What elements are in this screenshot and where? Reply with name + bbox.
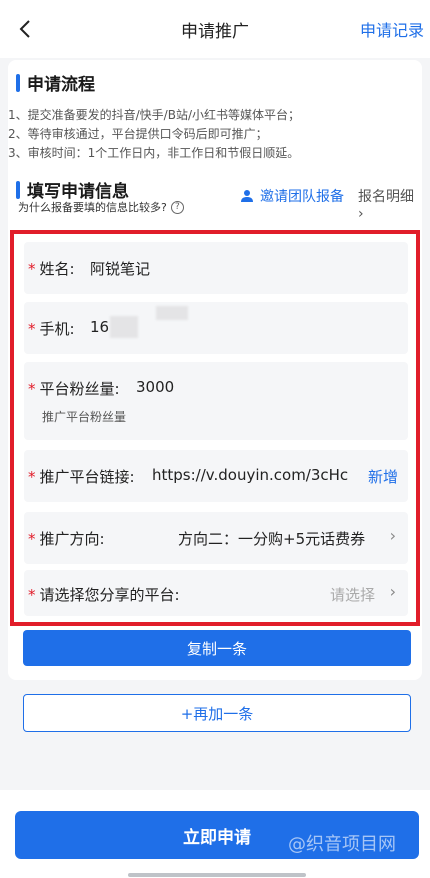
- platform-label: * 请选择您分享的平台:: [28, 586, 180, 604]
- direction-label: * 推广方向:: [28, 530, 105, 548]
- footer-bar: 立即申请 @织音项目网: [0, 790, 430, 878]
- back-button[interactable]: [10, 14, 40, 44]
- phone-value: 16: [90, 318, 110, 336]
- link-value: https://v.douyin.com/3cHc: [152, 466, 349, 484]
- phone-field[interactable]: * 手机: 16: [24, 302, 408, 354]
- fans-hint: 推广平台粉丝量: [42, 410, 127, 424]
- process-title: 申请流程: [27, 75, 95, 95]
- signup-detail-link[interactable]: 报名明细 ›: [358, 186, 422, 222]
- process-step-1: 1、提交准备要发的抖音/快手/B站/小红书等媒体平台；: [8, 108, 300, 122]
- section-accent-bar: [16, 180, 20, 199]
- add-entry-button[interactable]: +再加一条: [23, 694, 411, 732]
- fans-field[interactable]: * 平台粉丝量: 3000 推广平台粉丝量: [24, 362, 408, 440]
- process-steps: 1、提交准备要发的抖音/快手/B站/小红书等媒体平台； 2、等待审核通过，平台提…: [8, 106, 300, 163]
- copy-entry-button[interactable]: 复制一条: [23, 630, 411, 666]
- redaction-block: [110, 316, 138, 338]
- process-section-header: 申请流程: [16, 70, 95, 95]
- home-indicator: [128, 873, 306, 877]
- process-step-2: 2、等待审核通过，平台提供口令码后即可推广；: [8, 127, 268, 141]
- chevron-left-icon: [19, 20, 30, 38]
- add-link-button[interactable]: 新增: [364, 466, 399, 487]
- apply-records-link[interactable]: 申请记录: [360, 17, 424, 41]
- process-step-3: 3、审核时间：1个工作日内，非工作日和节假日顺延。: [8, 146, 300, 160]
- direction-field[interactable]: * 推广方向: 方向二：一分购+5元话费券 ›: [24, 512, 408, 564]
- section-accent-bar: [16, 73, 20, 92]
- signup-detail-label: 报名明细: [358, 189, 414, 205]
- info-hint[interactable]: 为什么报备要填的信息比较多? ?: [18, 199, 184, 215]
- chevron-right-icon: ›: [389, 582, 396, 601]
- invite-team-label: 邀请团队报备: [260, 189, 344, 205]
- chevron-right-icon: ›: [389, 526, 396, 545]
- name-label: * 姓名:: [28, 260, 75, 278]
- name-value: 阿锐笔记: [90, 260, 151, 278]
- platform-placeholder: 请选择: [330, 586, 376, 604]
- invite-team-button[interactable]: 邀请团队报备: [240, 186, 344, 206]
- direction-value: 方向二：一分购+5元话费券: [178, 530, 366, 548]
- fans-label: * 平台粉丝量:: [28, 380, 120, 398]
- fans-value: 3000: [136, 378, 175, 396]
- chevron-right-icon: ›: [358, 206, 364, 222]
- question-circle-icon[interactable]: ?: [170, 200, 184, 214]
- page-title: 申请推广: [181, 21, 249, 42]
- apply-card: 申请流程 1、提交准备要发的抖音/快手/B站/小红书等媒体平台； 2、等待审核通…: [8, 60, 422, 680]
- link-label: * 推广平台链接:: [28, 468, 135, 486]
- application-form: * 姓名: 阿锐笔记 * 手机: 16 * 平台粉丝量: 3000 推广平台粉丝量 *…: [10, 230, 420, 626]
- link-field[interactable]: * 推广平台链接: https://v.douyin.com/3cHc 新增: [24, 450, 408, 502]
- phone-label: * 手机:: [28, 320, 75, 338]
- top-nav-bar: 申请推广 申请记录: [0, 0, 430, 58]
- info-hint-text: 为什么报备要填的信息比较多?: [18, 201, 167, 214]
- redaction-block: [156, 306, 188, 320]
- user-icon: [241, 190, 253, 202]
- platform-field[interactable]: * 请选择您分享的平台: 请选择 ›: [24, 570, 408, 616]
- watermark: @织音项目网: [288, 834, 396, 855]
- name-field[interactable]: * 姓名: 阿锐笔记: [24, 242, 408, 294]
